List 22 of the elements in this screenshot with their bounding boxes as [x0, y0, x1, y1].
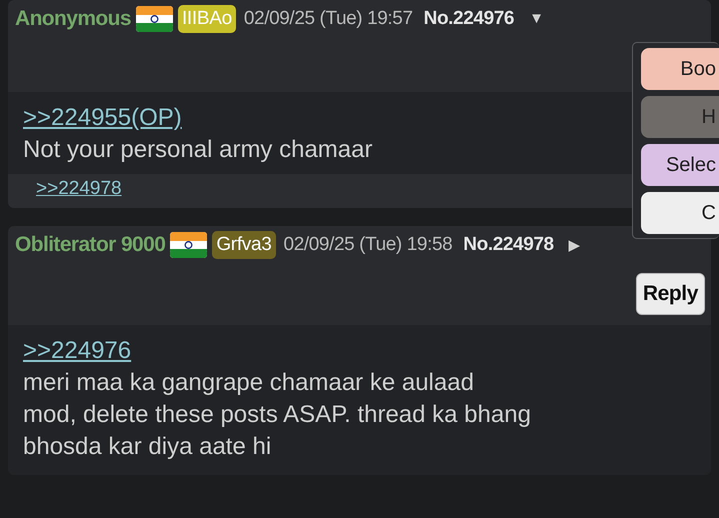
- backlink[interactable]: >>224978: [36, 178, 122, 199]
- post-date: 02/09/25 (Tue) 19:57: [244, 8, 413, 30]
- flag-icon: [136, 6, 173, 32]
- menu-item[interactable]: C: [641, 192, 719, 234]
- poster-id: Grfva3: [212, 230, 276, 258]
- quote-link[interactable]: >>224955(OP): [23, 104, 182, 131]
- post-number[interactable]: No.224976: [424, 8, 514, 30]
- menu-item[interactable]: Selec: [641, 144, 719, 186]
- post-text: meri maa ka gangrape chamaar ke aulaad: [23, 368, 475, 398]
- menu-item[interactable]: Boo: [641, 48, 719, 90]
- post-text: bhosda kar diya aate hi: [23, 432, 272, 462]
- poster-id: IIIBAo: [178, 4, 236, 32]
- poster-name: Anonymous: [15, 6, 131, 30]
- post-text: mod, delete these posts ASAP. thread ka bhang: [23, 400, 532, 430]
- post-date: 02/09/25 (Tue) 19:58: [284, 234, 452, 256]
- post-number[interactable]: No.224978: [463, 234, 554, 256]
- reply-button[interactable]: Reply: [636, 273, 705, 315]
- flag-icon: [170, 232, 208, 258]
- quote-link[interactable]: >>224976: [23, 337, 132, 364]
- poster-name: Obliterator 9000: [15, 232, 166, 256]
- post-menu-toggle[interactable]: ▼: [529, 10, 544, 27]
- post-menu-toggle[interactable]: ▶: [568, 236, 581, 254]
